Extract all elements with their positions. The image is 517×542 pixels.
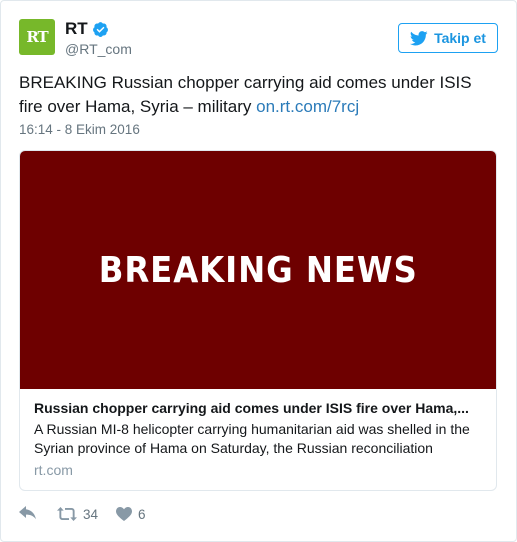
avatar[interactable]: RT <box>19 19 55 55</box>
card-description: A Russian MI-8 helicopter carrying human… <box>34 421 470 456</box>
tweet-actions: 34 6 <box>19 506 146 522</box>
card-body: Russian chopper carrying aid comes under… <box>20 389 496 488</box>
tweet-link[interactable]: on.rt.com/7rcj <box>256 97 359 116</box>
follow-button-label: Takip et <box>434 30 486 46</box>
heart-icon <box>116 507 133 521</box>
card-image-text: BREAKING NEWS <box>98 249 418 291</box>
retweet-count: 34 <box>83 506 99 522</box>
like-count: 6 <box>138 506 146 522</box>
twitter-bird-icon <box>410 30 428 45</box>
card-domain: rt.com <box>34 462 73 478</box>
user-handle[interactable]: @RT_com <box>65 41 132 57</box>
card-title: Russian chopper carrying aid comes under… <box>34 400 469 416</box>
tweet-timestamp[interactable]: 16:14 - 8 Ekim 2016 <box>19 122 140 137</box>
follow-button[interactable]: Takip et <box>398 23 498 53</box>
tweet-embed: RT RT @RT_com Takip et BREAKING Russian … <box>0 0 517 542</box>
tweet-text: BREAKING Russian chopper carrying aid co… <box>19 71 489 119</box>
reply-icon <box>19 506 36 520</box>
tweet-body: BREAKING Russian chopper carrying aid co… <box>19 73 472 116</box>
link-card[interactable]: BREAKING NEWS Russian chopper carrying a… <box>19 150 497 491</box>
avatar-logo-text: RT <box>26 28 48 46</box>
card-image: BREAKING NEWS <box>20 151 496 389</box>
author-names: RT @RT_com <box>65 19 132 57</box>
like-action[interactable]: 6 <box>116 507 146 522</box>
name-row: RT <box>65 19 132 39</box>
reply-action[interactable] <box>19 506 37 522</box>
retweet-icon <box>57 507 77 521</box>
display-name[interactable]: RT <box>65 19 88 39</box>
verified-badge-icon <box>92 21 108 37</box>
retweet-action[interactable]: 34 <box>57 507 98 522</box>
tweet-header: RT RT @RT_com Takip et <box>19 19 498 59</box>
